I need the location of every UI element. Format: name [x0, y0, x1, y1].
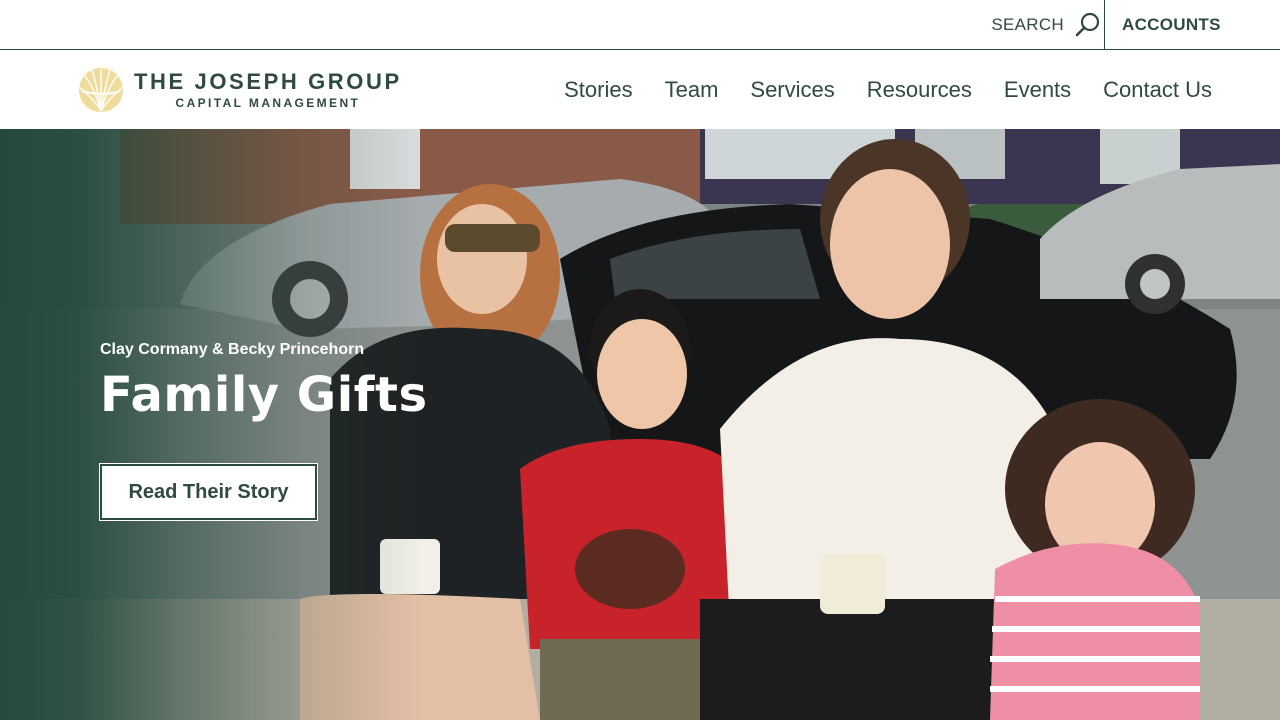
accounts-link[interactable]: ACCOUNTS: [1122, 0, 1221, 49]
search-button[interactable]: SEARCH: [991, 0, 1102, 49]
read-story-button[interactable]: Read Their Story: [100, 464, 317, 520]
wheat-sheaf-icon: [78, 68, 124, 112]
hero-title: Family Gifts: [100, 367, 428, 423]
nav-item-resources[interactable]: Resources: [867, 77, 972, 103]
nav-item-services[interactable]: Services: [750, 77, 834, 103]
logo-name: THE JOSEPH GROUP: [134, 69, 402, 94]
utility-divider: [1104, 0, 1105, 49]
hero-eyebrow: Clay Cormany & Becky Princehorn: [100, 341, 365, 358]
utility-bar: SEARCH ACCOUNTS: [0, 0, 1280, 50]
nav-item-stories[interactable]: Stories: [564, 77, 632, 103]
logo-text: THE JOSEPH GROUP CAPITAL MANAGEMENT: [134, 69, 402, 111]
logo-subtitle: CAPITAL MANAGEMENT: [175, 96, 361, 110]
search-icon: [1075, 12, 1100, 36]
hero-overlay: [0, 129, 1280, 720]
main-nav: THE JOSEPH GROUP CAPITAL MANAGEMENT Stor…: [0, 50, 1280, 129]
nav-links: Stories Team Services Resources Events C…: [564, 50, 1212, 129]
nav-item-contact-us[interactable]: Contact Us: [1103, 77, 1212, 103]
logo[interactable]: THE JOSEPH GROUP CAPITAL MANAGEMENT: [78, 66, 402, 114]
nav-item-team[interactable]: Team: [665, 77, 719, 103]
search-label: SEARCH: [991, 14, 1064, 34]
hero-banner: Clay Cormany & Becky Princehorn Family G…: [0, 129, 1280, 720]
nav-item-events[interactable]: Events: [1004, 77, 1071, 103]
